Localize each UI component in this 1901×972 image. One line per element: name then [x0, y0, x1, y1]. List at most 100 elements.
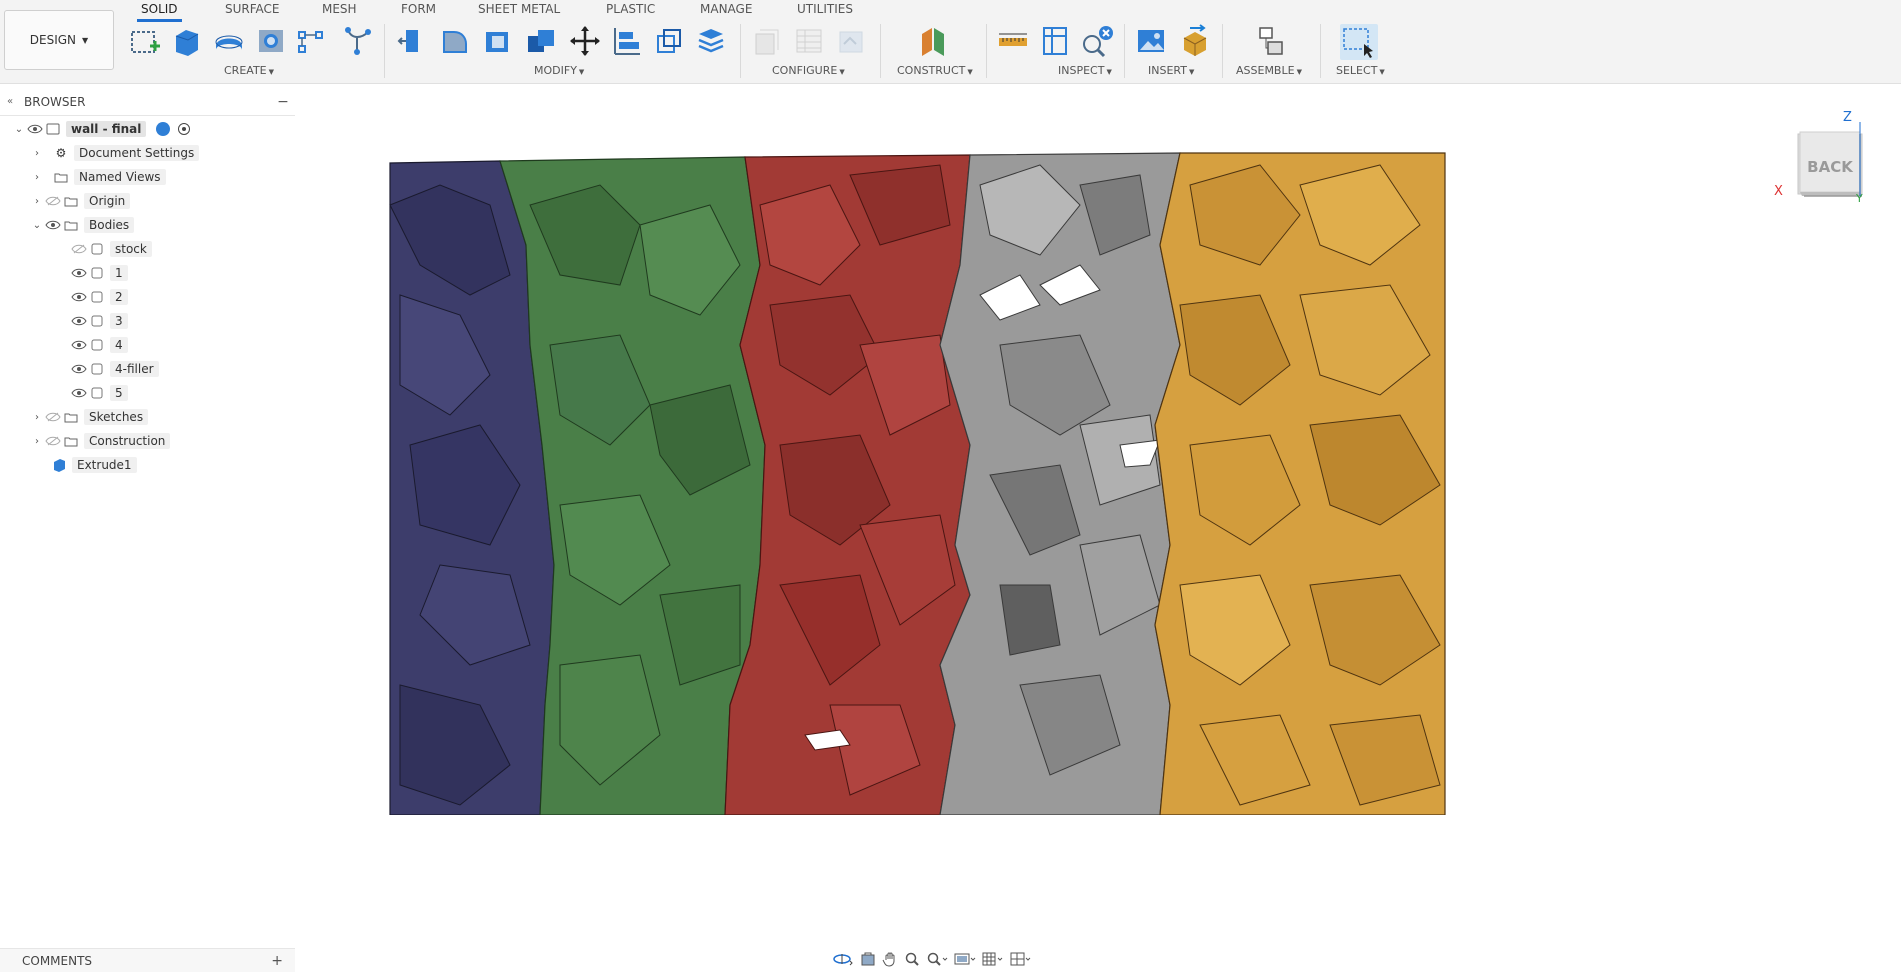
- tab-form[interactable]: FORM: [401, 2, 436, 16]
- chevron-right-icon[interactable]: ›: [30, 196, 44, 207]
- tree-item-body-stock[interactable]: stock: [70, 239, 152, 259]
- fit-icon[interactable]: [926, 951, 948, 967]
- tree-root[interactable]: ⌄ wall - final: [12, 119, 191, 139]
- canvas-viewport[interactable]: [380, 145, 1460, 816]
- chevron-right-icon[interactable]: ›: [30, 148, 44, 159]
- body-icon: [88, 314, 106, 328]
- tab-surface[interactable]: SURFACE: [225, 2, 280, 16]
- select-icon[interactable]: [1340, 24, 1378, 60]
- chevron-right-icon[interactable]: ›: [30, 172, 44, 183]
- assemble-menu[interactable]: ASSEMBLE ▼: [1236, 64, 1302, 77]
- eye-icon[interactable]: [70, 386, 88, 400]
- tree-item-construction[interactable]: › Construction: [30, 431, 171, 451]
- comments-panel[interactable]: COMMENTS +: [0, 948, 295, 972]
- navigation-bar: [832, 950, 1032, 968]
- physical-material-icon[interactable]: [694, 24, 728, 58]
- eye-icon[interactable]: [26, 122, 44, 136]
- eye-icon[interactable]: [44, 218, 62, 232]
- tree-item-body-1[interactable]: 1: [70, 263, 128, 283]
- shell-icon[interactable]: [480, 24, 514, 58]
- construct-plane-icon[interactable]: [916, 24, 950, 58]
- body-icon: [88, 242, 106, 256]
- configure-icon[interactable]: [750, 24, 784, 58]
- tree-item-body-2[interactable]: 2: [70, 287, 128, 307]
- tree-item-bodies[interactable]: ⌄ Bodies: [30, 215, 135, 235]
- tab-sheet-metal[interactable]: SHEET METAL: [478, 2, 560, 16]
- select-menu[interactable]: SELECT ▼: [1336, 64, 1385, 77]
- tab-utilities[interactable]: UTILITIES: [797, 2, 853, 16]
- press-pull-icon[interactable]: [396, 24, 430, 58]
- revolve-icon[interactable]: [212, 24, 246, 58]
- section-analysis-icon[interactable]: [1080, 24, 1114, 58]
- modify-menu[interactable]: MODIFY ▼: [534, 64, 584, 77]
- eye-icon[interactable]: [70, 362, 88, 376]
- grid-icon[interactable]: [982, 951, 1004, 967]
- tree-item-body-3[interactable]: 3: [70, 311, 128, 331]
- eye-icon[interactable]: [70, 290, 88, 304]
- pan-icon[interactable]: [882, 951, 898, 967]
- chevron-down-icon[interactable]: ⌄: [12, 124, 26, 135]
- move-icon[interactable]: [568, 24, 602, 58]
- configure-menu[interactable]: CONFIGURE ▼: [772, 64, 845, 77]
- fillet-icon[interactable]: [438, 24, 472, 58]
- eye-icon[interactable]: [70, 266, 88, 280]
- view-cube[interactable]: BACK Z X Y: [1774, 110, 1870, 212]
- tree-item-origin[interactable]: › Origin: [30, 191, 131, 211]
- create-sketch-icon[interactable]: [128, 24, 162, 58]
- body-icon: [88, 386, 106, 400]
- collapse-panel-icon[interactable]: «: [0, 96, 20, 107]
- tab-solid[interactable]: SOLID: [137, 2, 182, 22]
- tree-item-body-5[interactable]: 5: [70, 383, 128, 403]
- eye-icon[interactable]: [70, 314, 88, 328]
- hole-icon[interactable]: [254, 24, 288, 58]
- configuration-rule-icon[interactable]: [834, 24, 868, 58]
- chevron-right-icon[interactable]: ›: [30, 436, 44, 447]
- activate-icon[interactable]: [156, 122, 171, 136]
- workspace-switcher[interactable]: DESIGN ▼: [4, 10, 114, 70]
- create-menu[interactable]: CREATE ▼: [224, 64, 274, 77]
- eye-hidden-icon[interactable]: [44, 194, 62, 208]
- tree-root-label: wall - final: [66, 121, 147, 137]
- add-comment-button[interactable]: +: [271, 953, 283, 969]
- tree-item-extrude1[interactable]: Extrude1: [50, 455, 137, 475]
- minimize-button[interactable]: −: [271, 94, 295, 110]
- display-settings-icon[interactable]: [954, 951, 976, 967]
- pattern-icon[interactable]: [294, 24, 328, 58]
- folder-icon: [62, 410, 80, 424]
- extrude-icon[interactable]: [170, 24, 204, 58]
- align-icon[interactable]: [610, 24, 644, 58]
- tab-manage[interactable]: MANAGE: [700, 2, 752, 16]
- interference-icon[interactable]: [1038, 24, 1072, 58]
- tab-mesh[interactable]: MESH: [322, 2, 357, 16]
- combine-icon[interactable]: [524, 24, 558, 58]
- orbit-icon[interactable]: [832, 951, 854, 967]
- tree-item-document-settings[interactable]: › ⚙ Document Settings: [30, 143, 200, 163]
- tab-plastic[interactable]: PLASTIC: [606, 2, 655, 16]
- insert-image-icon[interactable]: [1134, 24, 1168, 58]
- insert-mesh-icon[interactable]: [1178, 24, 1212, 58]
- tree-item-label: Construction: [84, 433, 171, 449]
- chevron-right-icon[interactable]: ›: [30, 412, 44, 423]
- sweep-icon[interactable]: [340, 24, 374, 58]
- tree-item-body-4[interactable]: 4: [70, 335, 128, 355]
- viewports-icon[interactable]: [1010, 951, 1032, 967]
- tree-item-sketches[interactable]: › Sketches: [30, 407, 149, 427]
- offset-face-icon[interactable]: [652, 24, 686, 58]
- eye-hidden-icon[interactable]: [70, 242, 88, 256]
- tree-item-body-4-filler[interactable]: 4-filler: [70, 359, 159, 379]
- construct-menu[interactable]: CONSTRUCT ▼: [897, 64, 973, 77]
- eye-hidden-icon[interactable]: [44, 434, 62, 448]
- measure-icon[interactable]: [996, 24, 1030, 58]
- inspect-menu[interactable]: INSPECT ▼: [1058, 64, 1112, 77]
- look-at-icon[interactable]: [860, 951, 876, 967]
- eye-hidden-icon[interactable]: [44, 410, 62, 424]
- tree-item-named-views[interactable]: › Named Views: [30, 167, 166, 187]
- configuration-table-icon[interactable]: [792, 24, 826, 58]
- eye-icon[interactable]: [70, 338, 88, 352]
- radio-icon[interactable]: [178, 123, 191, 135]
- insert-menu[interactable]: INSERT ▼: [1148, 64, 1194, 77]
- new-component-icon[interactable]: [1254, 24, 1288, 58]
- chevron-down-icon[interactable]: ⌄: [30, 220, 44, 231]
- zoom-icon[interactable]: [904, 951, 920, 967]
- view-cube-face-label: BACK: [1807, 158, 1853, 176]
